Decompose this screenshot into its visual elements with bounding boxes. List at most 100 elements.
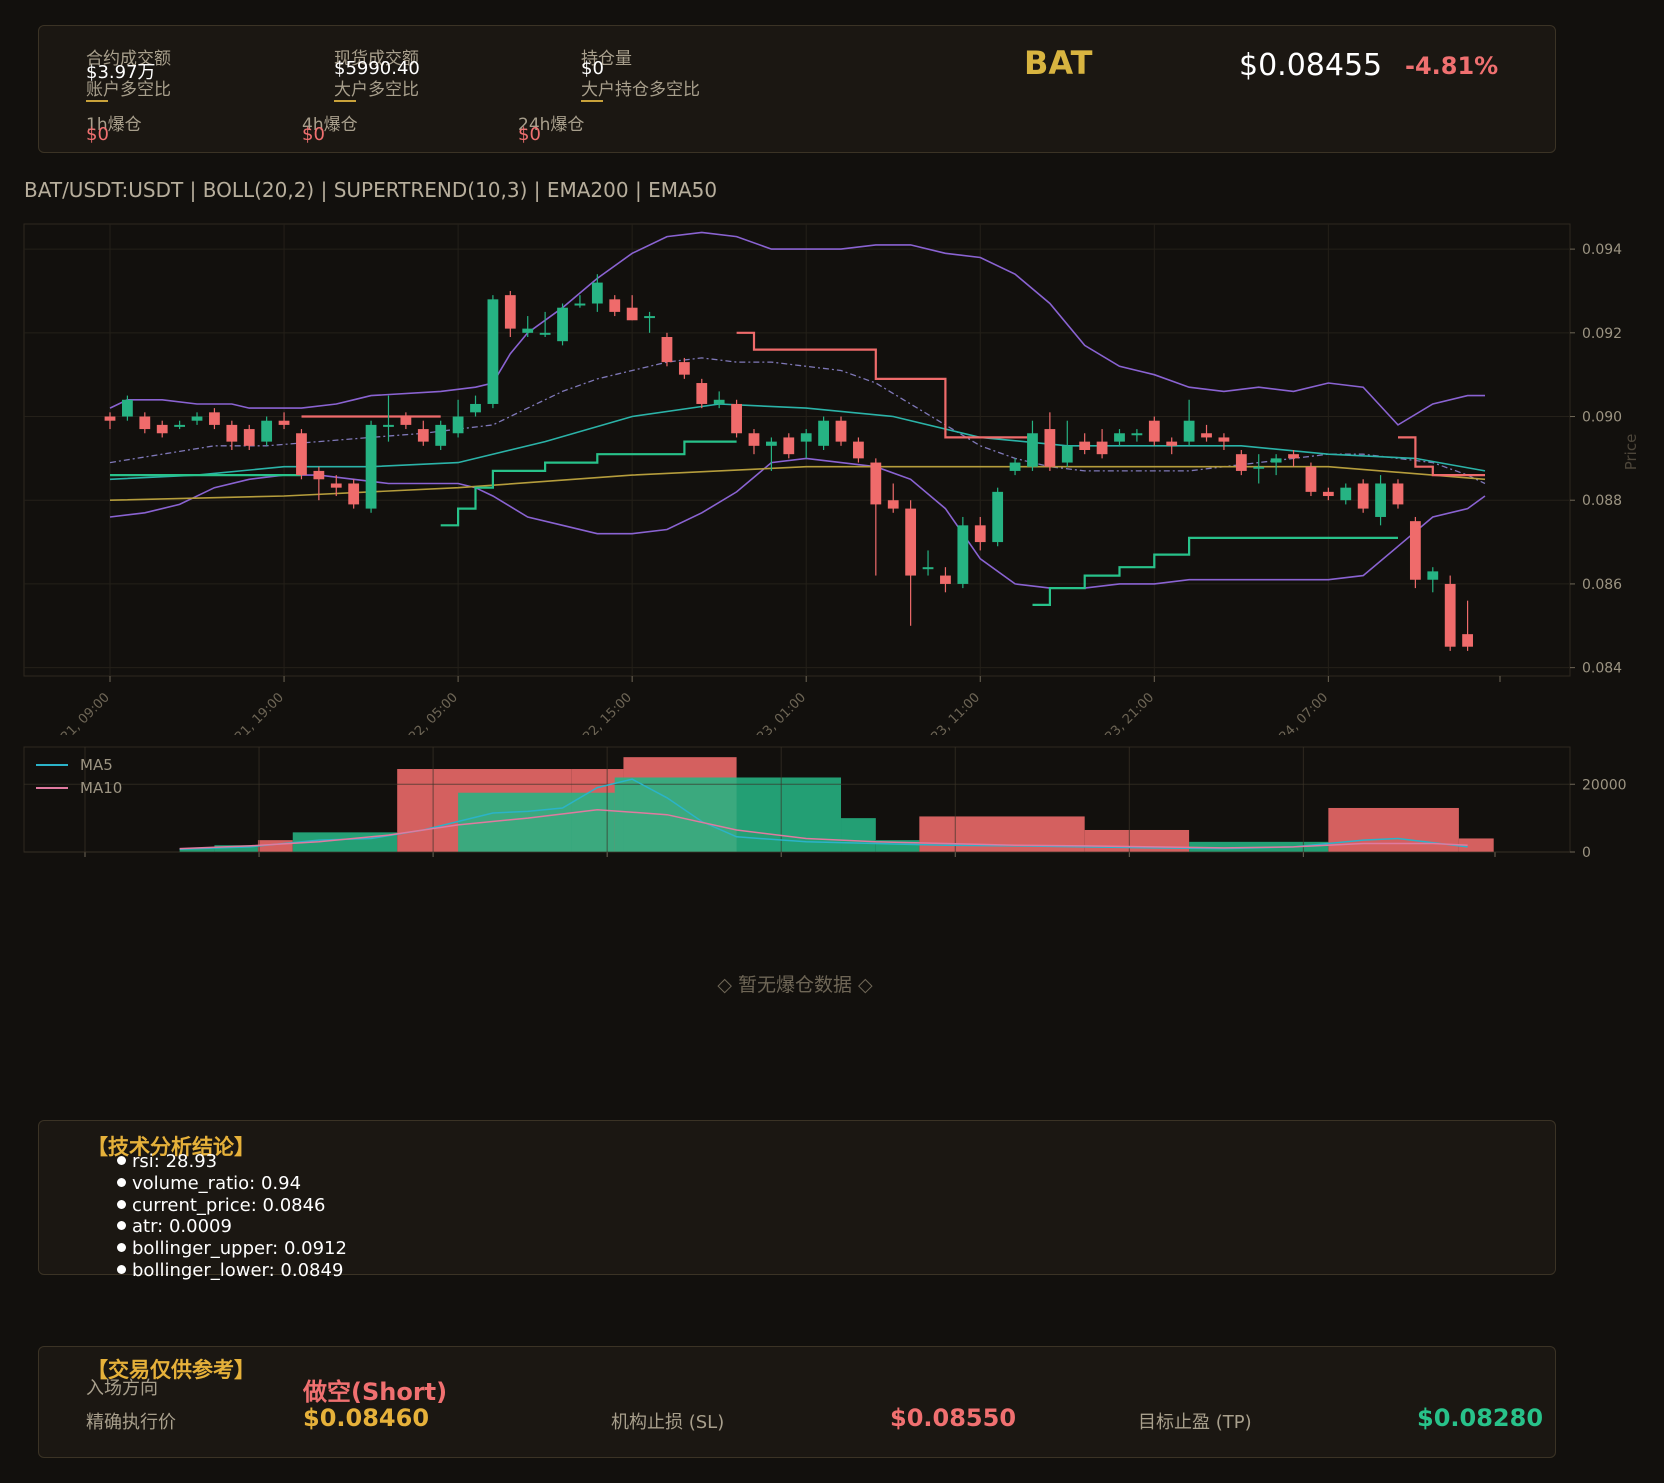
stat-value: $0 xyxy=(518,124,541,145)
price-tick-label: 0.084 xyxy=(1582,661,1622,677)
candle-up xyxy=(191,416,203,421)
direction-label: 入场方向 xyxy=(86,1378,158,1399)
candle-down xyxy=(696,383,708,404)
time-tick-label: Jun 22, 05:00 xyxy=(388,690,461,735)
candle-up xyxy=(487,299,499,404)
candle-up xyxy=(261,420,273,442)
price-tick-label: 0.088 xyxy=(1582,493,1622,509)
current-price: $0.08455 xyxy=(1239,48,1383,83)
candle-up xyxy=(574,303,586,306)
candle-up xyxy=(122,399,133,417)
price-tick-label: 0.094 xyxy=(1582,242,1622,258)
time-tick-label: Jun 24, 07:00 xyxy=(1259,690,1332,735)
analysis-item: bollinger_upper: 0.0912 xyxy=(117,1238,347,1259)
candle-down xyxy=(1148,420,1160,442)
candle-up xyxy=(174,424,186,427)
bullet-icon xyxy=(117,1220,126,1230)
legend-ma10-label: MA10 xyxy=(80,779,122,797)
candle-down xyxy=(626,307,638,321)
stat-label-secondary: 账户多空比 xyxy=(86,80,171,100)
bullet-icon xyxy=(117,1177,126,1187)
price-chart[interactable]: 0.084 0.086 0.088 0.090 0.092 0.094 Jun 21, 0… xyxy=(0,215,1664,735)
y-axis-label: Price xyxy=(1622,434,1640,471)
candle-down xyxy=(1218,437,1230,442)
candle-down xyxy=(1462,634,1473,647)
candle-down xyxy=(887,500,899,509)
stat-underline xyxy=(581,100,603,102)
candle-down xyxy=(1166,441,1178,446)
take-profit-value: $0.08280 xyxy=(1417,1404,1544,1432)
stat-underline xyxy=(86,100,108,102)
entry-label: 精确执行价 xyxy=(86,1412,176,1433)
candle-down xyxy=(1201,433,1212,438)
candle-down xyxy=(1322,491,1334,497)
candle-up xyxy=(1375,483,1386,517)
candle-down xyxy=(853,441,864,459)
time-tick-label: Jun 21, 19:00 xyxy=(214,690,287,735)
time-x-axis: Jun 21, 09:00 Jun 21, 19:00 Jun 22, 05:00 J… xyxy=(40,676,1501,735)
chart-title: BAT/USDT:USDT | BOLL(20,2) | SUPERTREND(… xyxy=(24,178,718,202)
candle-down xyxy=(156,424,168,434)
candle-down xyxy=(243,429,255,446)
candle-down xyxy=(783,437,795,455)
candle-up xyxy=(365,424,377,509)
candle-down xyxy=(296,433,307,476)
candle-up xyxy=(557,307,568,342)
candle-down xyxy=(748,433,760,446)
price-tick-label: 0.086 xyxy=(1582,577,1622,593)
candle-up xyxy=(644,316,655,319)
bullet-icon xyxy=(117,1155,126,1165)
volume-chart[interactable]: 0 20000 MA5 MA10 xyxy=(0,745,1664,860)
volume-y-axis: 0 20000 xyxy=(1570,777,1627,860)
candle-up xyxy=(1009,462,1021,471)
candle-down xyxy=(835,420,847,442)
candle-up xyxy=(522,328,534,333)
time-tick-label: Jun 23, 01:00 xyxy=(736,690,809,735)
stat-underline xyxy=(334,100,356,102)
analysis-item-text: atr: 0.0009 xyxy=(132,1216,232,1237)
analysis-item-text: bollinger_lower: 0.0849 xyxy=(132,1260,344,1281)
candle-up xyxy=(1114,433,1125,442)
candle-up xyxy=(539,332,551,335)
analysis-item-text: volume_ratio: 0.94 xyxy=(132,1173,302,1194)
candle-up xyxy=(383,424,394,427)
trade-panel: 【交易仅供参考】 入场方向 做空(Short) 精确执行价 $0.08460 机… xyxy=(38,1346,1556,1458)
candle-up xyxy=(1427,571,1439,580)
candle-up xyxy=(435,424,447,446)
candle-down xyxy=(139,416,151,430)
candle-up xyxy=(1183,420,1195,442)
analysis-item: bollinger_lower: 0.0849 xyxy=(117,1260,343,1281)
candle-down xyxy=(1235,454,1247,471)
volume-bar xyxy=(1328,807,1459,852)
analysis-item: volume_ratio: 0.94 xyxy=(117,1173,301,1194)
candle-up xyxy=(591,282,603,304)
stat-value: $0 xyxy=(86,124,109,145)
candle-up xyxy=(922,567,934,570)
candle-down xyxy=(1096,441,1108,455)
candle-down xyxy=(1044,429,1056,467)
candle-up xyxy=(1027,433,1038,467)
analysis-item: current_price: 0.0846 xyxy=(117,1195,326,1216)
candle-down xyxy=(609,299,621,312)
volume-tick-label: 20000 xyxy=(1582,777,1627,793)
candle-down xyxy=(504,295,516,329)
empty-liquidation-message: ◇ 暂无爆仓数据 ◇ xyxy=(717,974,873,996)
candle-up xyxy=(1253,466,1265,469)
candle-up xyxy=(800,433,812,442)
candle-down xyxy=(974,525,986,543)
candle-down xyxy=(905,508,917,576)
candle-up xyxy=(713,399,725,404)
time-tick-label: Jun 23, 21:00 xyxy=(1084,690,1157,735)
candle-down xyxy=(1409,521,1421,580)
candle-down xyxy=(400,416,412,425)
entry-value: $0.08460 xyxy=(303,1404,430,1432)
market-stats-panel: 合约成交额 $3.97万 账户多空比 现货成交额 $5990.40 大户多空比 … xyxy=(38,25,1556,153)
volume-bar xyxy=(841,818,876,852)
candle-down xyxy=(348,483,360,505)
candle-down xyxy=(1288,454,1299,459)
bullet-icon xyxy=(117,1264,126,1274)
candle-up xyxy=(957,525,969,584)
candle-down xyxy=(1444,583,1456,647)
candle-down xyxy=(278,420,290,425)
candle-up xyxy=(452,416,464,434)
